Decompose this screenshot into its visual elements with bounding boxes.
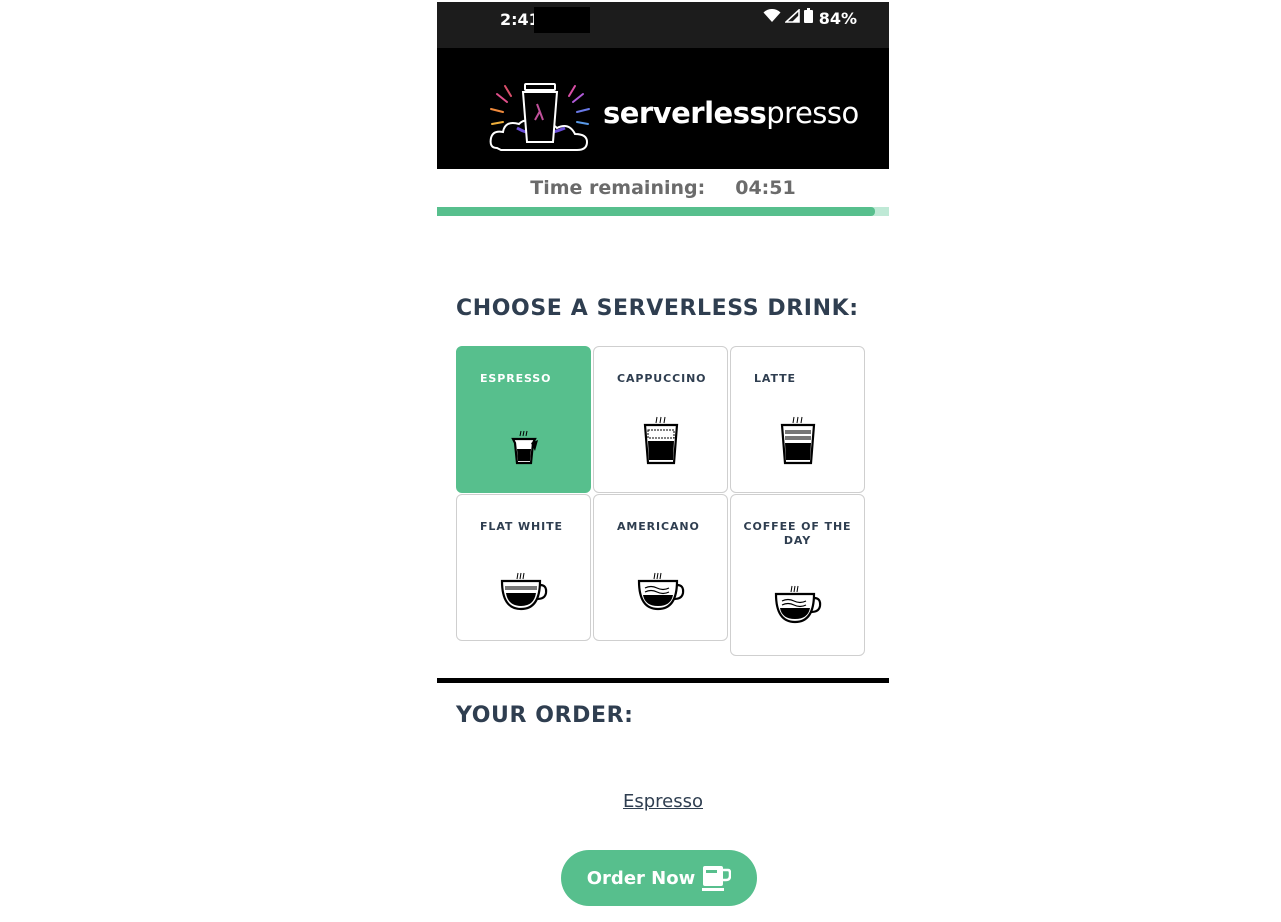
drink-label: FLAT WHITE xyxy=(480,520,563,533)
order-now-label: Order Now xyxy=(586,867,696,889)
drink-label: AMERICANO xyxy=(617,520,700,533)
order-item-link[interactable]: Espresso xyxy=(623,791,703,812)
latte-cup-icon xyxy=(780,416,815,465)
drink-card-cappuccino[interactable]: CAPPUCCINO xyxy=(593,346,728,493)
espresso-cup-icon xyxy=(510,430,538,465)
drink-card-coffee-of-the-day[interactable]: COFFEE OF THE DAY xyxy=(730,494,865,656)
drink-label: LATTE xyxy=(754,372,796,385)
time-remaining-value: 04:51 xyxy=(735,177,796,199)
brand-banner: serverlesspresso xyxy=(437,48,889,169)
battery-icon xyxy=(803,8,813,28)
status-bar: 2:41 84% xyxy=(437,2,889,48)
status-icons: 84% xyxy=(763,7,857,28)
cappuccino-cup-icon xyxy=(643,416,678,465)
time-remaining: Time remaining: 04:51 xyxy=(437,177,889,199)
app-screen: 2:41 84% serverlesspresso Time remaining… xyxy=(437,2,889,922)
drink-label: ESPRESSO xyxy=(480,372,552,385)
coffee-cup-cloud-logo xyxy=(489,83,590,151)
drink-card-americano[interactable]: AMERICANO xyxy=(593,494,728,641)
drink-card-flat-white[interactable]: FLAT WHITE xyxy=(456,494,591,641)
drink-label: CAPPUCCINO xyxy=(617,372,707,385)
order-item: Espresso xyxy=(437,791,889,812)
order-now-button[interactable]: Order Now xyxy=(561,850,757,906)
brand-wordmark: serverlesspresso xyxy=(603,96,859,130)
americano-cup-icon xyxy=(637,572,684,611)
drink-card-latte[interactable]: LATTE xyxy=(730,346,865,493)
brand-bold: serverless xyxy=(603,96,767,130)
drink-label: COFFEE OF THE DAY xyxy=(743,520,852,547)
time-remaining-label: Time remaining: xyxy=(530,177,706,199)
timer-progress-fill xyxy=(437,207,876,216)
order-title: YOUR ORDER: xyxy=(456,703,634,728)
section-divider xyxy=(437,678,889,683)
coffee-mug-icon xyxy=(702,866,732,891)
battery-percent: 84% xyxy=(818,8,857,28)
brand-light: presso xyxy=(766,96,859,130)
flat-white-cup-icon xyxy=(500,572,547,611)
wifi-icon xyxy=(763,8,781,28)
signal-icon xyxy=(783,7,800,28)
drink-card-espresso[interactable]: ESPRESSO xyxy=(456,346,591,493)
coffee-of-the-day-cup-icon xyxy=(774,585,821,624)
drink-menu-title: CHOOSE A SERVERLESS DRINK: xyxy=(456,296,859,321)
timer-progress-bar xyxy=(437,207,889,216)
redacted-block xyxy=(534,7,590,33)
